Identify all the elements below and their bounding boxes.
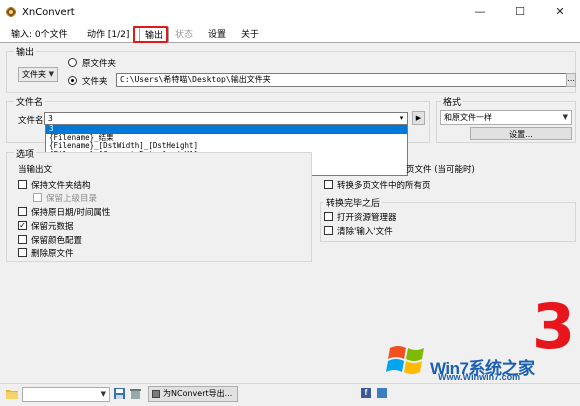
format-settings-button[interactable]: 设置... [470,127,572,140]
preset-select[interactable]: ▼ [22,387,110,402]
output-mode-select[interactable]: 文件夹 ▼ [18,67,58,82]
filename-group-label: 文件名 [14,95,46,108]
minimize-button[interactable]: — [460,0,500,24]
clear-input-checkbox[interactable] [324,226,333,235]
convert-all-pages-checkbox[interactable] [324,180,333,189]
watermark-url: Www.Winwin7.com [438,372,521,382]
share-icon[interactable] [377,388,387,398]
dropdown-item[interactable]: 3 [46,125,407,134]
dropdown-item[interactable]: {Filename}_结果 [46,134,407,143]
keep-date-label: 保持原日期/时间属性 [31,208,111,218]
highlight-box [133,26,168,43]
folder-path-value: C:\Users\希特喵\Desktop\输出文件夹 [120,75,271,84]
filename-value: 3 [48,114,53,123]
tab-status[interactable]: 状态 [170,27,198,43]
delete-original-checkbox[interactable] [18,248,27,257]
tab-about[interactable]: 关于 [236,27,264,43]
folder-icon[interactable] [6,388,18,399]
step-number-annotation: 3 [532,290,576,363]
filename-label: 文件名 [18,116,44,126]
keep-date-checkbox[interactable] [18,207,27,216]
keep-color-profile-checkbox[interactable] [18,235,27,244]
options-partial-label: 当输出文 [18,165,53,175]
keep-metadata-label: 保留元数据 [31,222,74,232]
xnconvert-app-icon [4,5,18,19]
play-arrow-icon: ▶ [415,114,422,122]
checkmark-icon: ✓ [19,221,26,230]
keep-color-profile-label: 保留颜色配置 [31,236,83,246]
close-button[interactable]: ✕ [540,0,580,24]
open-explorer-label: 打开资源管理器 [337,213,397,223]
tab-settings[interactable]: 设置 [203,27,231,43]
delete-icon[interactable] [130,388,141,399]
clear-input-label: 清除'输入'文件 [337,227,393,237]
export-icon [152,390,160,398]
folder-path-input[interactable]: C:\Users\希特喵\Desktop\输出文件夹 [116,73,567,87]
multipage-partial-label: 页文件 (当可能时) [406,165,475,175]
radio-folder[interactable] [68,76,77,85]
open-explorer-checkbox[interactable] [324,212,333,221]
delete-original-label: 删除原文件 [31,249,74,259]
keep-folder-structure-checkbox[interactable] [18,180,27,189]
format-value: 和原文件一样 [444,113,492,122]
insert-token-button[interactable]: ▶ [412,111,425,125]
save-icon[interactable] [114,388,125,399]
output-mode-value: 文件夹 [22,70,46,79]
maximize-button[interactable]: ☐ [500,0,540,24]
window-title: XnConvert [22,7,75,18]
keep-parent-dir-checkbox[interactable] [33,193,42,202]
options-group-label: 选项 [14,147,37,160]
convert-all-pages-label: 转换多页文件中的所有页 [337,181,431,191]
format-select[interactable]: 和原文件一样 ▼ [440,110,572,125]
after-conversion-label: 转换完毕之后 [324,196,383,209]
keep-metadata-checkbox[interactable]: ✓ [18,221,27,230]
tab-input[interactable]: 输入: 0个文件 [6,27,73,43]
keep-folder-structure-label: 保持文件夹结构 [31,181,91,191]
chevron-down-icon[interactable]: ▾ [396,113,407,124]
chevron-down-icon: ▼ [100,390,106,398]
radio-folder-label: 文件夹 [82,77,108,87]
browse-folder-button[interactable]: ... [566,73,576,87]
dropdown-item[interactable]: {Filename}_[DstWidth]_[DstHeight] [46,142,407,151]
format-group-label: 格式 [441,95,464,108]
chevron-down-icon: ▼ [48,70,54,78]
windows-logo-icon [386,340,430,380]
output-group-label: 输出 [14,45,37,58]
radio-original-folder-label: 原文件夹 [82,59,117,69]
chevron-down-icon: ▼ [562,113,568,121]
tab-actions[interactable]: 动作 [1/2] [82,27,134,43]
keep-parent-dir-label: 保留上级目录 [46,194,98,204]
export-nconvert-button[interactable]: 为NConvert导出... [148,386,238,402]
export-nconvert-label: 为NConvert导出... [163,389,233,398]
radio-original-folder[interactable] [68,58,77,67]
facebook-icon[interactable]: f [361,388,371,398]
